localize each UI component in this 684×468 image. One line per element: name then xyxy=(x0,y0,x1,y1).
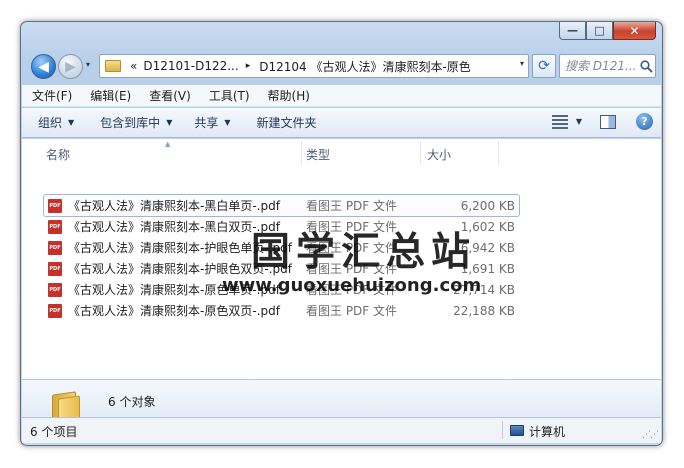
file-name: 《古观人法》清康熙刻本-原色双页-.pdf xyxy=(68,304,280,318)
breadcrumb-separator-icon[interactable]: ▸ xyxy=(246,61,251,71)
file-name: 《古观人法》清康熙刻本-护眼色单页-.pdf xyxy=(68,241,292,255)
file-type: 看图王 PDF 文件 xyxy=(306,220,398,234)
resize-grip-icon[interactable]: ⋰⋰ xyxy=(642,430,659,440)
navigation-row: ◀ ▶ ▾ « D12101-D122... ▸ D12104 《古观人法》清康… xyxy=(29,52,656,82)
address-dropdown-icon[interactable]: ▾ xyxy=(520,59,524,68)
include-in-library-button[interactable]: 包含到库中 ▼ xyxy=(92,114,180,131)
file-size: 6,200 KB xyxy=(460,198,515,213)
preview-pane-icon[interactable] xyxy=(600,114,616,129)
minimize-icon: — xyxy=(567,24,578,37)
file-size: 1,691 KB xyxy=(460,261,515,276)
pdf-file-icon: PDF xyxy=(48,261,62,276)
file-size: 6,942 KB xyxy=(460,240,515,255)
recent-pages-dropdown[interactable]: ▾ xyxy=(86,60,90,69)
menu-tools[interactable]: 工具(T) xyxy=(201,87,258,104)
file-row[interactable]: PDF 《古观人法》清康熙刻本-护眼色单页-.pdf 看图王 PDF 文件 6,… xyxy=(44,237,519,258)
file-list: PDF 《古观人法》清康熙刻本-黑白单页-.pdf 看图王 PDF 文件 6,2… xyxy=(43,194,520,321)
view-dropdown-icon[interactable]: ▼ xyxy=(576,117,582,126)
maximize-button[interactable]: □ xyxy=(586,22,613,40)
back-arrow-icon: ◀ xyxy=(38,58,49,75)
file-list-pane: ▲ 名称 类型 大小 PDF 《古观人法》清康熙刻本-黑白单页-.pdf 看图王… xyxy=(22,139,661,379)
computer-icon xyxy=(510,425,524,436)
command-toolbar: 组织 ▼ 包含到库中 ▼ 共享 ▼ 新建文件夹 ▼ ? xyxy=(22,108,661,138)
include-in-library-label: 包含到库中 xyxy=(100,116,161,130)
object-count: 6 个对象 xyxy=(108,395,156,409)
file-type: 看图王 PDF 文件 xyxy=(306,304,398,318)
menu-view[interactable]: 查看(V) xyxy=(141,87,199,104)
explorer-window: — □ ✕ ◀ ▶ ▾ « D12101-D122... ▸ D12104 《古… xyxy=(20,21,663,446)
refresh-icon: ⟳ xyxy=(538,58,550,74)
column-divider[interactable] xyxy=(498,141,499,165)
file-row[interactable]: PDF 《古观人法》清康熙刻本-原色单页-.pdf 看图王 PDF 文件 27,… xyxy=(44,279,519,300)
forward-arrow-icon: ▶ xyxy=(65,58,76,75)
file-name: 《古观人法》清康熙刻本-黑白单页-.pdf xyxy=(68,199,280,213)
status-bar: 6 个项目 计算机 ⋰⋰ xyxy=(22,417,661,445)
file-size: 27,714 KB xyxy=(453,282,515,297)
file-name: 《古观人法》清康熙刻本-护眼色双页-.pdf xyxy=(68,262,292,276)
file-size: 22,188 KB xyxy=(453,303,515,318)
file-type: 看图王 PDF 文件 xyxy=(306,262,398,276)
breadcrumb-overflow[interactable]: « xyxy=(130,59,137,73)
file-type: 看图王 PDF 文件 xyxy=(306,199,398,213)
file-size: 1,602 KB xyxy=(460,219,515,234)
file-row[interactable]: PDF 《古观人法》清康熙刻本-护眼色双页-.pdf 看图王 PDF 文件 1,… xyxy=(44,258,519,279)
close-icon: ✕ xyxy=(629,23,640,38)
sort-ascending-icon: ▲ xyxy=(165,140,171,148)
maximize-icon: □ xyxy=(594,24,605,37)
search-input[interactable] xyxy=(565,59,637,73)
column-headers: ▲ 名称 类型 大小 xyxy=(22,139,661,167)
close-button[interactable]: ✕ xyxy=(613,22,656,40)
menu-bar: 文件(F) 编辑(E) 查看(V) 工具(T) 帮助(H) xyxy=(22,85,661,107)
menu-help[interactable]: 帮助(H) xyxy=(260,87,318,104)
column-divider[interactable] xyxy=(420,141,421,165)
refresh-button[interactable]: ⟳ xyxy=(532,54,556,78)
magnifier-icon[interactable] xyxy=(640,59,653,73)
pdf-file-icon: PDF xyxy=(48,219,62,234)
pdf-file-icon: PDF xyxy=(48,303,62,318)
item-count: 6 个项目 xyxy=(30,425,78,439)
file-name: 《古观人法》清康熙刻本-原色单页-.pdf xyxy=(68,283,280,297)
file-type: 看图王 PDF 文件 xyxy=(306,241,398,255)
organize-button[interactable]: 组织 ▼ xyxy=(30,114,82,131)
window-controls: — □ ✕ xyxy=(559,22,656,40)
file-row[interactable]: PDF 《古观人法》清康熙刻本-黑白单页-.pdf 看图王 PDF 文件 6,2… xyxy=(43,194,520,217)
menu-file[interactable]: 文件(F) xyxy=(24,87,80,104)
share-label: 共享 xyxy=(194,116,219,130)
chevron-down-icon: ▼ xyxy=(224,118,231,127)
folder-icon xyxy=(105,60,121,72)
menu-edit[interactable]: 编辑(E) xyxy=(82,87,139,104)
help-icon[interactable]: ? xyxy=(636,113,653,130)
file-name: 《古观人法》清康熙刻本-黑白双页-.pdf xyxy=(68,220,280,234)
file-row[interactable]: PDF 《古观人法》清康熙刻本-黑白双页-.pdf 看图王 PDF 文件 1,6… xyxy=(44,216,519,237)
new-folder-button[interactable]: 新建文件夹 xyxy=(249,114,325,131)
search-box[interactable] xyxy=(559,54,656,78)
new-folder-label: 新建文件夹 xyxy=(256,116,317,130)
pdf-file-icon: PDF xyxy=(48,282,62,297)
status-divider xyxy=(502,421,503,439)
chevron-down-icon: ▼ xyxy=(166,118,173,127)
breadcrumb-item-current[interactable]: D12104 《古观人法》清康熙刻本-原色 xyxy=(259,58,471,75)
column-divider[interactable] xyxy=(301,141,302,165)
toolbar-right-group: ▼ ? xyxy=(551,113,653,130)
forward-button[interactable]: ▶ xyxy=(58,54,83,79)
pdf-file-icon: PDF xyxy=(48,198,62,213)
chevron-down-icon: ▼ xyxy=(68,118,75,127)
address-bar[interactable]: « D12101-D122... ▸ D12104 《古观人法》清康熙刻本-原色… xyxy=(99,54,529,78)
column-header-size[interactable]: 大小 xyxy=(427,146,451,163)
column-header-name[interactable]: 名称 xyxy=(46,146,70,163)
file-row[interactable]: PDF 《古观人法》清康熙刻本-原色双页-.pdf 看图王 PDF 文件 22,… xyxy=(44,300,519,321)
breadcrumb-item[interactable]: D12101-D122... xyxy=(143,59,238,73)
location-label: 计算机 xyxy=(529,425,566,439)
organize-label: 组织 xyxy=(38,116,63,130)
file-type: 看图王 PDF 文件 xyxy=(306,283,398,297)
minimize-button[interactable]: — xyxy=(559,22,586,40)
column-header-type[interactable]: 类型 xyxy=(306,146,330,163)
pdf-file-icon: PDF xyxy=(48,240,62,255)
view-options-icon[interactable] xyxy=(551,114,568,129)
back-button[interactable]: ◀ xyxy=(31,54,56,79)
share-button[interactable]: 共享 ▼ xyxy=(186,114,238,131)
